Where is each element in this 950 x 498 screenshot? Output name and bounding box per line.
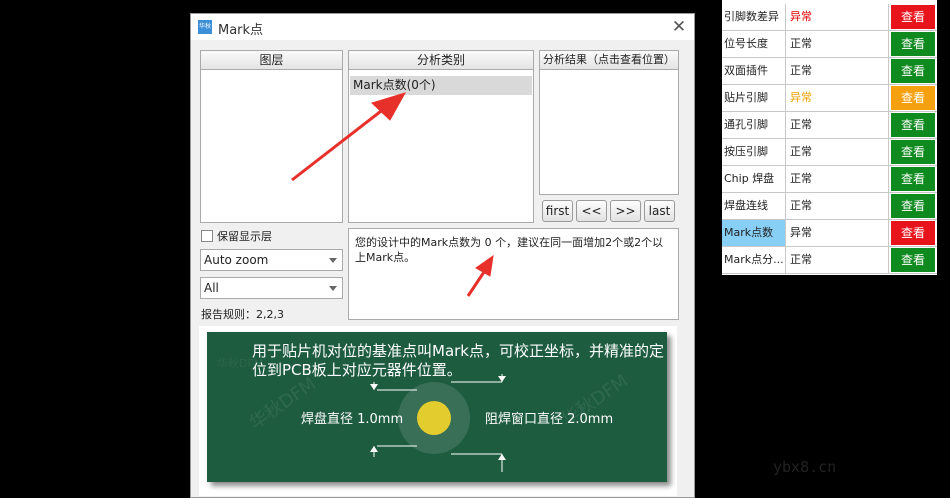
check-name-cell: 焊盘连线 [722,193,786,219]
table-row: 贴片引脚 异常 查看 [722,85,937,112]
check-name-cell: Mark点数 [722,220,786,246]
view-button[interactable]: 查看 [891,5,935,29]
check-name-cell: Chip 焊盘 [722,166,786,192]
table-row: 引脚数差异 异常 查看 [722,4,937,31]
view-button[interactable]: 查看 [891,59,935,83]
arrow-2-shaft [466,271,486,297]
view-button[interactable]: 查看 [891,113,935,137]
check-name-cell: 按压引脚 [722,139,786,165]
status-cell: 正常 [786,247,889,273]
status-cell: 正常 [786,31,889,57]
view-button[interactable]: 查看 [891,248,935,272]
view-button[interactable]: 查看 [891,221,935,245]
table-row: Mark点数 异常 查看 [722,220,937,247]
view-button[interactable]: 查看 [891,140,935,164]
check-name-cell: 引脚数差异 [722,4,786,30]
table-row: Mark点分... 正常 查看 [722,247,937,274]
table-row: 焊盘连线 正常 查看 [722,193,937,220]
status-cell: 正常 [786,58,889,84]
view-button[interactable]: 查看 [891,167,935,191]
status-cell: 正常 [786,139,889,165]
check-name-cell: Mark点分... [722,247,786,273]
arrow-1-shaft [291,106,386,182]
check-results-table: 引脚数差异 异常 查看 位号长度 正常 查看 双面插件 正常 查看 贴片引脚 异常 查看 通孔引脚 正常查… [722,0,937,275]
check-name-cell: 双面插件 [722,58,786,84]
status-cell: 异常 [786,85,889,111]
status-cell: 异常 [786,4,889,30]
table-row: 位号长度 正常 查看 [722,31,937,58]
table-row: 通孔引脚 正常 查看 [722,112,937,139]
view-button[interactable]: 查看 [891,194,935,218]
view-button[interactable]: 查看 [891,32,935,56]
table-row: 按压引脚 正常 查看 [722,139,937,166]
check-name-cell: 贴片引脚 [722,85,786,111]
table-row: 双面插件 正常 查看 [722,58,937,85]
site-watermark: ybx8.cn [773,458,837,476]
status-cell: 正常 [786,166,889,192]
status-cell: 正常 [786,193,889,219]
status-cell: 正常 [786,112,889,138]
table-row: Chip 焊盘 正常 查看 [722,166,937,193]
check-name-cell: 位号长度 [722,31,786,57]
check-name-cell: 通孔引脚 [722,112,786,138]
status-cell: 异常 [786,220,889,246]
arrow-2-head [475,254,494,277]
annotation-arrows [291,92,494,297]
view-button[interactable]: 查看 [891,86,935,110]
